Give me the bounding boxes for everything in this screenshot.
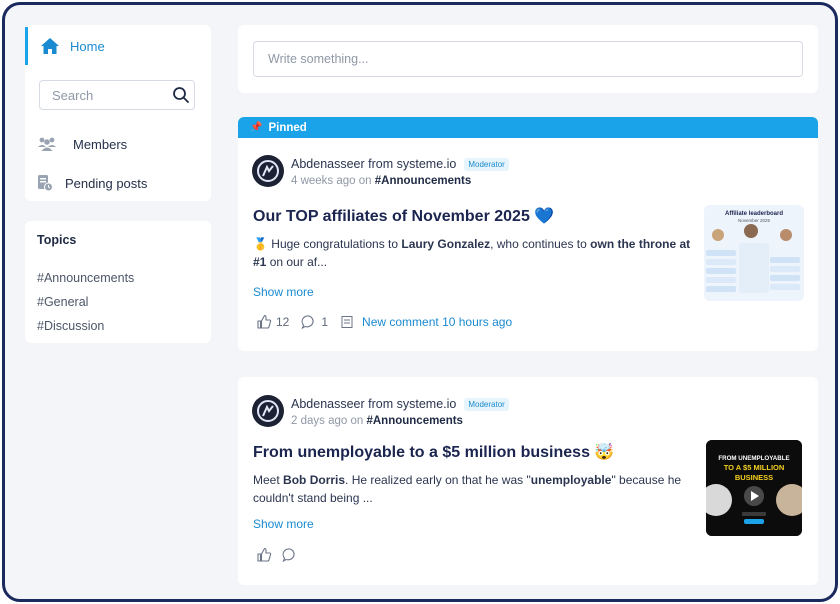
thumb-title: Affiliate leaderboard: [725, 211, 783, 217]
post-on: on: [350, 415, 364, 427]
topic-discussion[interactable]: #Discussion: [37, 319, 104, 333]
composer-card: [238, 25, 818, 93]
post-title[interactable]: From unemployable to a $5 million busine…: [253, 442, 614, 462]
sidebar-item-home[interactable]: Home: [25, 27, 211, 65]
sidebar-item-pending-posts[interactable]: Pending posts: [37, 170, 147, 196]
excerpt-text: . He realized early on that he was ": [345, 473, 531, 487]
thumb-line2: TO A $5 MILLION: [724, 463, 785, 472]
post-card[interactable]: Abdenasseer from systeme.io Moderator 2 …: [238, 377, 818, 585]
post-topic-link[interactable]: #Announcements: [375, 175, 472, 187]
sidebar-item-members[interactable]: Members: [37, 131, 127, 157]
author-row: Abdenasseer from systeme.io Moderator: [291, 397, 509, 411]
pin-icon: 📌: [250, 122, 263, 133]
search-box: [39, 80, 195, 110]
sidebar-item-label: Members: [73, 136, 128, 152]
show-more-link[interactable]: Show more: [253, 285, 314, 299]
post-actions: 12 1 New comment 10 hours ago: [256, 314, 512, 330]
post-excerpt: 🥇 Huge congratulations to Laury Gonzalez…: [253, 235, 693, 271]
sidebar-item-label: Home: [70, 38, 105, 54]
new-comment-icon: [340, 315, 354, 329]
post-meta: 4 weeks ago on #Announcements: [291, 175, 471, 187]
author-name[interactable]: Abdenasseer from systeme.io: [291, 397, 456, 411]
author-name[interactable]: Abdenasseer from systeme.io: [291, 157, 456, 171]
topics-title: Topics: [37, 233, 77, 247]
post-title[interactable]: Our TOP affiliates of November 2025 💙: [253, 206, 554, 226]
sidebar-nav: Home Members: [25, 25, 211, 201]
comment-count: 1: [321, 315, 329, 329]
excerpt-text: Huge congratulations to: [271, 237, 399, 251]
moderator-badge: Moderator: [464, 157, 509, 171]
topic-announcements[interactable]: #Announcements: [37, 271, 134, 285]
home-icon: [40, 37, 60, 55]
thumb-line1: FROM UNEMPLOYABLE: [718, 455, 789, 462]
post-thumbnail-leaderboard[interactable]: Affiliate leaderboard November 2025: [704, 205, 804, 301]
post-time: 4 weeks ago: [291, 175, 356, 187]
excerpt-bold: unemployable: [530, 473, 612, 487]
post-topic-link[interactable]: #Announcements: [366, 415, 463, 427]
like-count: 12: [276, 315, 290, 329]
topic-general[interactable]: #General: [37, 295, 88, 309]
like-icon[interactable]: [256, 314, 272, 330]
medal-emoji: 🥇: [253, 237, 268, 251]
comment-icon[interactable]: [301, 314, 317, 330]
composer-input[interactable]: [253, 41, 803, 77]
search-input[interactable]: [52, 87, 172, 103]
post-actions: [256, 547, 298, 563]
topics-card: Topics #Announcements #General #Discussi…: [25, 221, 211, 343]
post-time: 2 days ago: [291, 415, 348, 427]
post-on: on: [358, 175, 372, 187]
thumb-subtitle: November 2025: [738, 218, 771, 223]
search-icon[interactable]: [172, 86, 190, 104]
excerpt-text: Meet: [253, 473, 280, 487]
app-frame: Home Members: [2, 2, 838, 602]
members-icon: [37, 136, 57, 152]
moderator-badge: Moderator: [464, 397, 509, 411]
thumb-line3: BUSINESS: [735, 473, 773, 482]
post-card-pinned[interactable]: 📌 Pinned Abdenasseer from systeme.io Mod…: [238, 117, 818, 351]
pinned-bar: 📌 Pinned: [238, 117, 818, 138]
pinned-label: Pinned: [268, 121, 307, 134]
like-icon[interactable]: [256, 547, 272, 563]
post-thumbnail-video[interactable]: FROM UNEMPLOYABLE TO A $5 MILLION BUSINE…: [706, 440, 802, 536]
excerpt-name: Bob Dorris: [283, 473, 346, 487]
new-comment-link[interactable]: New comment 10 hours ago: [362, 315, 512, 329]
show-more-link[interactable]: Show more: [253, 517, 314, 531]
excerpt-text: , who continues to: [490, 237, 587, 251]
comment-icon[interactable]: [282, 547, 298, 563]
avatar[interactable]: [252, 395, 284, 427]
sidebar-item-label: Pending posts: [65, 175, 148, 191]
pending-posts-icon: [37, 174, 53, 192]
post-meta: 2 days ago on #Announcements: [291, 415, 463, 427]
excerpt-text: on our af...: [269, 255, 328, 269]
excerpt-name: Laury Gonzalez: [401, 237, 491, 251]
author-row: Abdenasseer from systeme.io Moderator: [291, 157, 509, 171]
avatar[interactable]: [252, 155, 284, 187]
post-excerpt: Meet Bob Dorris. He realized early on th…: [253, 471, 693, 507]
